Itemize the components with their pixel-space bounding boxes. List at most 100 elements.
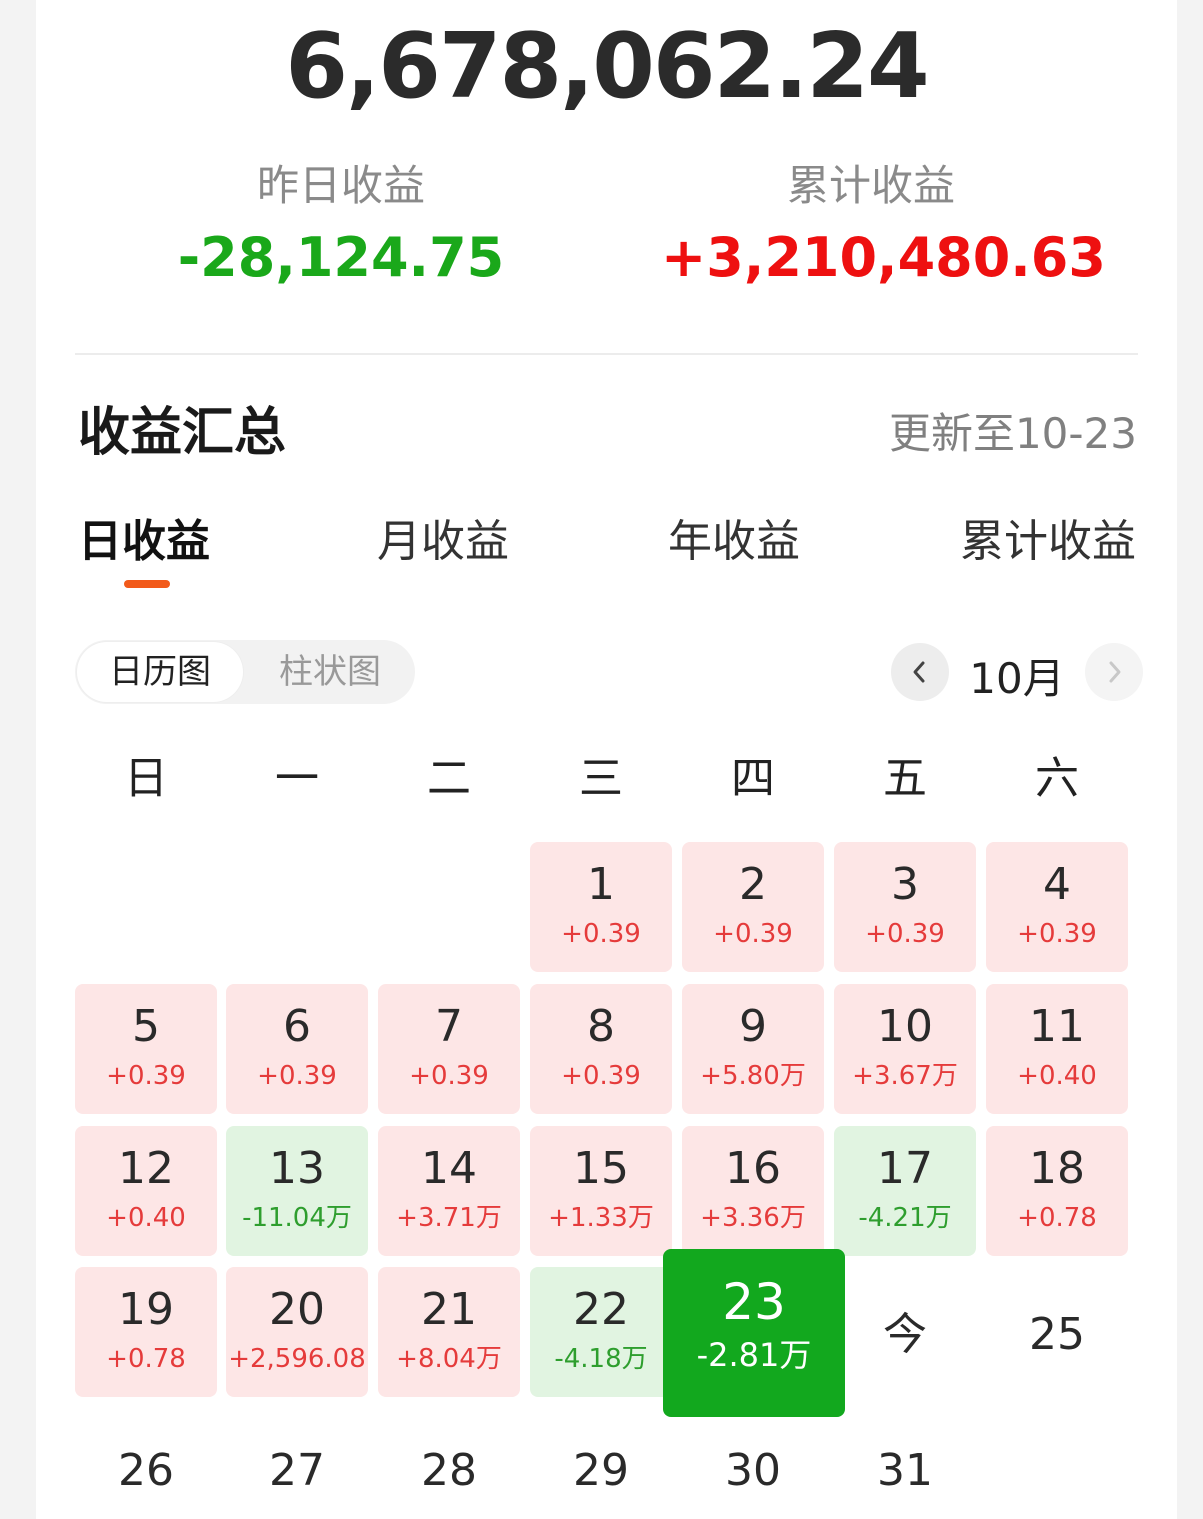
calendar-day-number: 25	[1029, 1309, 1085, 1360]
calendar-day-number: 16	[725, 1143, 781, 1194]
calendar-day[interactable]: 今	[834, 1267, 976, 1397]
calendar-day-number: 7	[435, 1001, 463, 1052]
calendar-day[interactable]: 18 +0.78	[986, 1126, 1128, 1256]
calendar-day[interactable]: 6 +0.39	[226, 984, 368, 1114]
calendar-day[interactable]: 10 +3.67万	[834, 984, 976, 1114]
cumulative-earnings[interactable]: 累计收益 +3,210,480.63	[661, 158, 1106, 290]
calendar-day[interactable]: 16 +3.36万	[682, 1126, 824, 1256]
calendar-day-number: 10	[877, 1001, 933, 1052]
calendar-day[interactable]: 30	[682, 1403, 824, 1519]
view-toggle: 日历图 柱状图	[75, 640, 415, 704]
calendar-day-number: 29	[573, 1445, 629, 1496]
calendar-day-number: 12	[118, 1143, 174, 1194]
weekday-label: 三	[579, 753, 623, 804]
calendar-day-number: 30	[725, 1445, 781, 1496]
calendar-day-number: 17	[877, 1143, 933, 1194]
calendar-day[interactable]: 12 +0.40	[75, 1126, 217, 1256]
calendar-day-earnings: +0.39	[1017, 919, 1097, 949]
calendar-day-earnings: +0.40	[1017, 1061, 1097, 1091]
calendar-day[interactable]: 26	[75, 1403, 217, 1519]
calendar-day[interactable]: 31	[834, 1403, 976, 1519]
weekday-label: 五	[883, 753, 927, 804]
tab-daily[interactable]: 日收益	[78, 505, 210, 569]
calendar-day-earnings: +0.39	[409, 1061, 489, 1091]
tab-cumulative[interactable]: 累计收益	[960, 505, 1136, 569]
chevron-left-icon	[913, 661, 925, 683]
calendar-day-number: 4	[1043, 859, 1071, 910]
next-month-button[interactable]	[1085, 643, 1143, 701]
calendar-day-earnings: +2,596.08	[228, 1344, 366, 1374]
calendar-day[interactable]: 13 -11.04万	[226, 1126, 368, 1256]
current-month: 10月	[969, 654, 1065, 703]
calendar-day-earnings: -2.81万	[696, 1336, 812, 1374]
calendar-day-earnings: +0.39	[106, 1061, 186, 1091]
yesterday-earnings-value: -28,124.75	[177, 226, 505, 289]
calendar-day[interactable]: 3 +0.39	[834, 842, 976, 972]
calendar-day-number: 22	[573, 1284, 629, 1335]
calendar-day-number: 21	[421, 1284, 477, 1335]
weekday-label: 六	[1035, 753, 1079, 804]
calendar-day-number: 今	[883, 1309, 927, 1360]
calendar-day[interactable]: 17 -4.21万	[834, 1126, 976, 1256]
calendar-day[interactable]: 1 +0.39	[530, 842, 672, 972]
tab-yearly[interactable]: 年收益	[668, 505, 800, 569]
weekday-label: 一	[275, 753, 319, 804]
calendar-day-number: 14	[421, 1143, 477, 1194]
chevron-right-icon	[1109, 661, 1121, 683]
total-assets-value: 6,678,062.24	[285, 14, 929, 119]
calendar-day-earnings: +1.33万	[548, 1203, 654, 1233]
prev-month-button[interactable]	[891, 643, 949, 701]
weekday-label: 二	[427, 753, 471, 804]
tab-active-indicator	[124, 580, 170, 588]
calendar-day[interactable]: 8 +0.39	[530, 984, 672, 1114]
calendar-day[interactable]: 11 +0.40	[986, 984, 1128, 1114]
calendar-day-earnings: -4.21万	[858, 1203, 952, 1233]
cumulative-earnings-label: 累计收益	[786, 161, 955, 210]
calendar-day[interactable]: 19 +0.78	[75, 1267, 217, 1397]
earnings-tabs: 日收益 月收益 年收益 累计收益	[36, 505, 1177, 595]
calendar-day[interactable]: 7 +0.39	[378, 984, 520, 1114]
calendar-day[interactable]: 14 +3.71万	[378, 1126, 520, 1256]
calendar-day-number: 13	[269, 1143, 325, 1194]
calendar-day-earnings: +0.39	[561, 1061, 641, 1091]
tab-monthly[interactable]: 月收益	[377, 505, 509, 569]
calendar-day-selected[interactable]: 23 -2.81万	[663, 1249, 845, 1417]
calendar-day-earnings: +0.39	[257, 1061, 337, 1091]
calendar-day[interactable]: 22 -4.18万	[530, 1267, 672, 1397]
calendar-day-earnings: +5.80万	[700, 1061, 806, 1091]
yesterday-earnings[interactable]: 昨日收益 -28,124.75	[131, 158, 551, 290]
calendar-day-number: 6	[283, 1001, 311, 1052]
updated-date: 更新至10-23	[888, 409, 1137, 458]
calendar-day-number: 9	[739, 1001, 767, 1052]
cumulative-earnings-value: +3,210,480.63	[661, 226, 1106, 289]
yesterday-earnings-label: 昨日收益	[256, 161, 425, 210]
calendar-day-number: 15	[573, 1143, 629, 1194]
calendar-day-number: 5	[132, 1001, 160, 1052]
calendar-day[interactable]: 2 +0.39	[682, 842, 824, 972]
view-calendar-option[interactable]: 日历图	[77, 642, 243, 702]
calendar-day[interactable]: 20 +2,596.08	[226, 1267, 368, 1397]
calendar-day[interactable]: 25	[986, 1267, 1128, 1397]
calendar-day[interactable]: 27	[226, 1403, 368, 1519]
calendar-day-earnings: -11.04万	[242, 1203, 352, 1233]
calendar-day[interactable]: 28	[378, 1403, 520, 1519]
calendar-day-number: 2	[739, 859, 767, 910]
calendar-day[interactable]: 21 +8.04万	[378, 1267, 520, 1397]
weekday-label: 日	[124, 753, 168, 804]
calendar-day-number: 20	[269, 1284, 325, 1335]
divider	[75, 353, 1138, 355]
view-bar-option[interactable]: 柱状图	[245, 640, 415, 704]
calendar-day-earnings: +0.39	[865, 919, 945, 949]
calendar-day-number: 8	[587, 1001, 615, 1052]
calendar-day-earnings: +0.39	[561, 919, 641, 949]
calendar-day-earnings: +3.67万	[852, 1061, 958, 1091]
calendar-day-number: 28	[421, 1445, 477, 1496]
calendar-day[interactable]: 15 +1.33万	[530, 1126, 672, 1256]
calendar-day[interactable]: 5 +0.39	[75, 984, 217, 1114]
calendar-day-number: 11	[1029, 1001, 1085, 1052]
calendar-day[interactable]: 29	[530, 1403, 672, 1519]
calendar-day[interactable]: 9 +5.80万	[682, 984, 824, 1114]
calendar-day[interactable]: 4 +0.39	[986, 842, 1128, 972]
calendar-day-earnings: +0.78	[106, 1344, 186, 1374]
calendar-day-number: 31	[877, 1445, 933, 1496]
